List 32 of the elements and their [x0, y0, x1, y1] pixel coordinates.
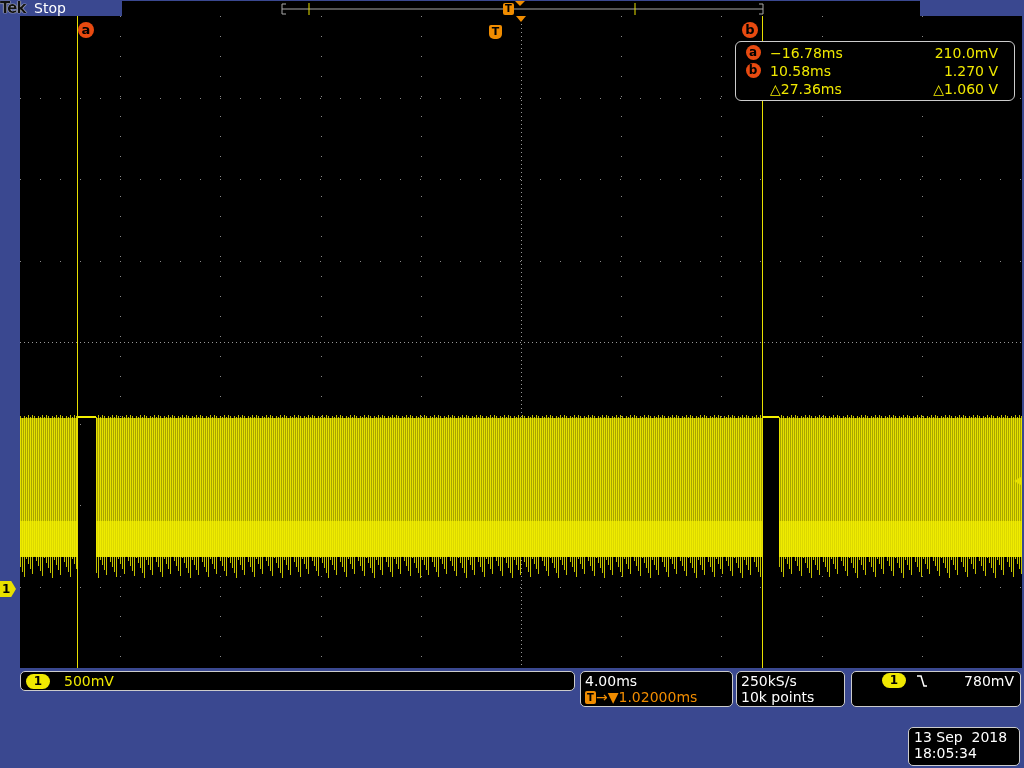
trigger-level: 780mV [964, 673, 1014, 689]
cursor-badge: a [745, 45, 761, 61]
trigger-badge: T [585, 690, 596, 704]
trigger-marker: T [489, 25, 502, 39]
cursor-time: −16.78ms [769, 44, 844, 61]
run-state: Stop [34, 0, 67, 16]
trigger-source-badge: 1 [882, 673, 906, 688]
vertical-scale: 500mV [64, 673, 114, 689]
cursor-value: 1.270 V [942, 63, 999, 79]
acquisition-readout[interactable]: 250kS/s 10k points [736, 671, 845, 707]
horizontal-readout[interactable]: 4.00ms T→▼1.02000ms [580, 671, 733, 707]
cursor-label[interactable]: b [742, 22, 758, 38]
channel-marker[interactable]: 1 [0, 581, 16, 597]
cursor-value: 210.0mV [933, 44, 999, 61]
trigger-badge: T [503, 2, 514, 15]
trigger-delay: →▼1.02000ms [596, 689, 698, 705]
time-text: 18:05:34 [914, 745, 978, 761]
time-scale: 4.00ms [585, 673, 639, 689]
delta-value: △1.060 V [932, 81, 999, 98]
channel-badge: 1 [26, 673, 50, 689]
trigger-readout[interactable]: 1 780mV [851, 671, 1021, 707]
record-length: 10k points [741, 689, 816, 705]
date-text: 13 Sep 2018 [914, 729, 1009, 745]
brand-logo: Tek [0, 0, 28, 16]
trigger-level-icon [1014, 477, 1021, 485]
delta-time: △27.36ms [769, 81, 843, 98]
cursor-label[interactable]: a [78, 22, 94, 38]
channel-readout[interactable]: 1 500mV [20, 671, 575, 691]
cursor-line[interactable] [762, 16, 763, 668]
sample-rate: 250kS/s [741, 673, 798, 689]
cursor-badge: b [745, 63, 761, 79]
cursor-time: 10.58ms [769, 63, 832, 79]
